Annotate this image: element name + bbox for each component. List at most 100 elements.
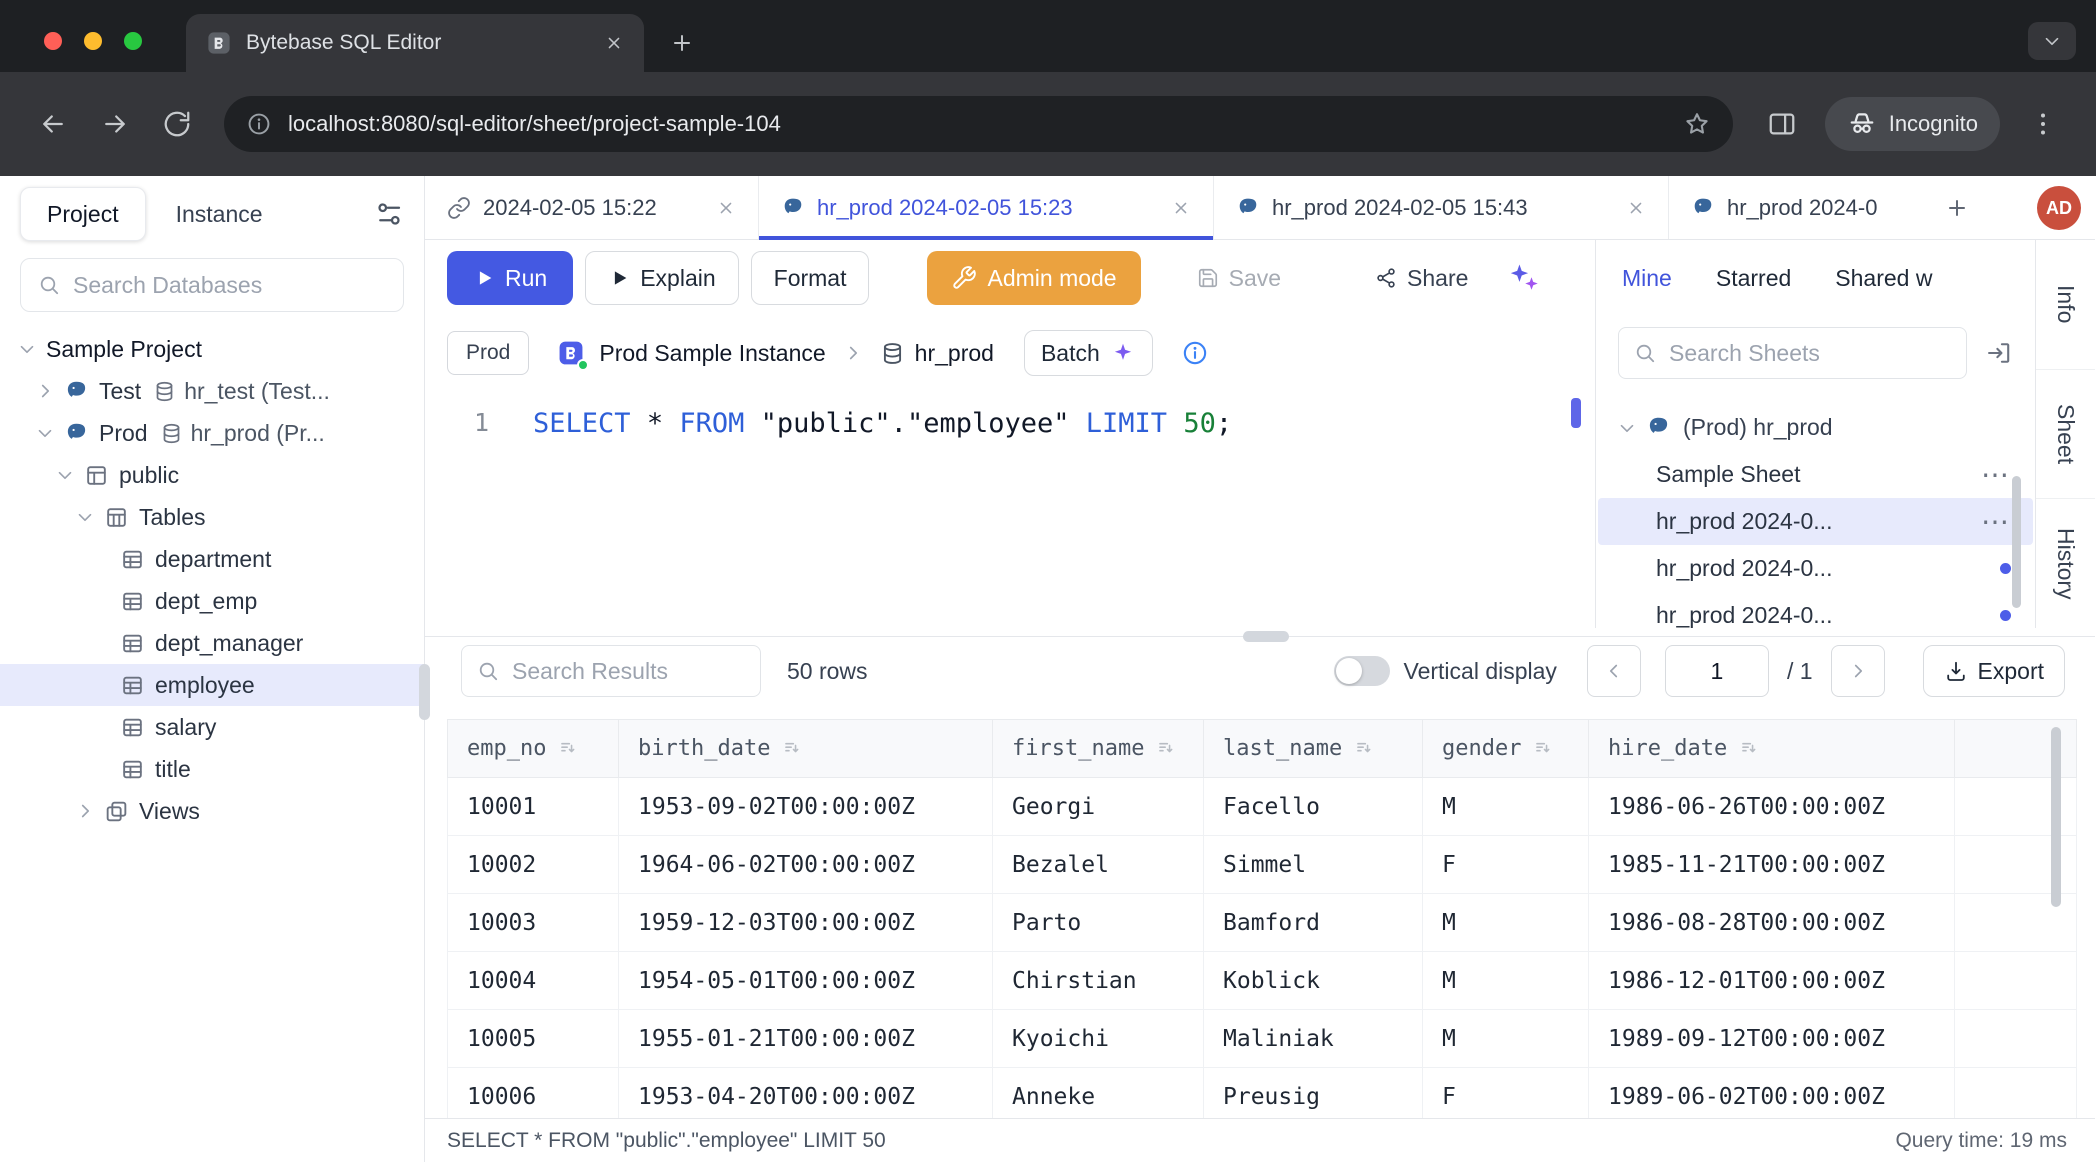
table-row[interactable]: 100021964-06-02T00:00:00ZBezalelSimmelF1…: [448, 836, 2077, 894]
column-header-birth-date[interactable]: birth_date: [619, 720, 993, 778]
table-row[interactable]: 100041954-05-01T00:00:00ZChirstianKoblic…: [448, 952, 2077, 1010]
table-scrollbar-thumb[interactable]: [2051, 727, 2061, 907]
table-row[interactable]: 100011953-09-02T00:00:00ZGeorgiFacelloM1…: [448, 778, 2077, 836]
address-bar[interactable]: localhost:8080/sql-editor/sheet/project-…: [224, 96, 1733, 152]
more-menu-icon[interactable]: ⋯: [1981, 461, 2011, 489]
tree-item-department[interactable]: department: [0, 538, 424, 580]
tab-project[interactable]: Project: [20, 187, 146, 241]
prev-page-button[interactable]: [1587, 645, 1641, 697]
editor-tab-hr-prod-2024-02-05-15-43[interactable]: hr_prod 2024-02-05 15:43: [1214, 176, 1669, 239]
close-icon[interactable]: [1626, 198, 1646, 218]
tab-starred[interactable]: Starred: [1716, 265, 1791, 292]
tree-item-title[interactable]: title: [0, 748, 424, 790]
search-databases-input[interactable]: Search Databases: [20, 258, 404, 312]
sheet-group[interactable]: (Prod) hr_prod: [1596, 404, 2035, 451]
editor-scrollbar-thumb[interactable]: [1571, 398, 1581, 428]
table-row[interactable]: 100051955-01-21T00:00:00ZKyoichiMaliniak…: [448, 1010, 2077, 1068]
tab-mine[interactable]: Mine: [1622, 265, 1672, 292]
table-cell: Kyoichi: [993, 1010, 1204, 1068]
import-sheet-icon[interactable]: [1985, 339, 2013, 367]
sheet-item-1[interactable]: hr_prod 2024-0...⋯: [1598, 498, 2033, 545]
tab-instance[interactable]: Instance: [156, 201, 283, 228]
filter-settings-icon[interactable]: [374, 199, 404, 229]
reload-button[interactable]: [150, 97, 204, 151]
maximize-window-button[interactable]: [124, 32, 142, 50]
search-results-input[interactable]: Search Results: [461, 645, 761, 697]
sheet-scrollbar-thumb[interactable]: [2012, 476, 2021, 608]
side-panel-button[interactable]: [1755, 97, 1809, 151]
instance-name: Prod Sample Instance: [599, 340, 825, 367]
instance-icon-wrap: [557, 339, 585, 367]
editor-tab-hr-prod-2024-02-05-15-23[interactable]: hr_prod 2024-02-05 15:23: [759, 176, 1214, 239]
environment-chip[interactable]: Prod: [447, 331, 529, 375]
editor-tab-2024-02-05-15-22[interactable]: 2024-02-05 15:22: [425, 176, 759, 239]
user-avatar[interactable]: AD: [2037, 186, 2081, 230]
tree-item-views[interactable]: Views: [0, 790, 424, 832]
new-sheet-tab-button[interactable]: [1935, 186, 1979, 230]
batch-button[interactable]: Batch: [1024, 330, 1153, 376]
tab-list-button[interactable]: [2028, 22, 2076, 60]
tree-item-sample-project[interactable]: Sample Project: [0, 328, 424, 370]
tree-item-label: Sample Project: [46, 336, 202, 363]
sheet-item-label: hr_prod 2024-0...: [1656, 555, 2000, 582]
column-header-last-name[interactable]: last_name: [1204, 720, 1423, 778]
search-databases-placeholder: Search Databases: [73, 272, 262, 299]
tree-item-dept-manager[interactable]: dept_manager: [0, 622, 424, 664]
minimize-window-button[interactable]: [84, 32, 102, 50]
column-header-emp-no[interactable]: emp_no: [448, 720, 619, 778]
next-page-button[interactable]: [1831, 645, 1885, 697]
tree-item-salary[interactable]: salary: [0, 706, 424, 748]
close-icon[interactable]: [1171, 198, 1191, 218]
new-tab-button[interactable]: [664, 25, 700, 61]
chevron-left-icon: [1603, 660, 1625, 682]
tab-shared[interactable]: Shared w: [1835, 265, 1932, 292]
run-button[interactable]: Run: [447, 251, 573, 305]
sidebar-resize-handle[interactable]: [419, 664, 430, 720]
tree-item-test[interactable]: Testhr_test (Test...: [0, 370, 424, 412]
forward-button[interactable]: [88, 97, 142, 151]
share-button[interactable]: Share: [1353, 251, 1490, 305]
close-icon[interactable]: [716, 198, 736, 218]
database-selector[interactable]: hr_prod: [880, 340, 994, 367]
tree-item-tables[interactable]: Tables: [0, 496, 424, 538]
table-row[interactable]: 100031959-12-03T00:00:00ZPartoBamfordM19…: [448, 894, 2077, 952]
tree-item-employee[interactable]: employee: [0, 664, 424, 706]
column-header-hire-date[interactable]: hire_date: [1589, 720, 1955, 778]
column-header-gender[interactable]: gender: [1423, 720, 1589, 778]
bookmark-star-icon[interactable]: [1683, 110, 1711, 138]
panel-resize-handle[interactable]: [1243, 631, 1289, 642]
save-button[interactable]: Save: [1175, 251, 1303, 305]
sheet-item-0[interactable]: Sample Sheet⋯: [1598, 451, 2033, 498]
tree-item-public[interactable]: public: [0, 454, 424, 496]
search-sheets-input[interactable]: Search Sheets: [1618, 327, 1967, 379]
more-menu-icon[interactable]: ⋯: [1981, 508, 2011, 536]
browser-menu-button[interactable]: [2016, 97, 2070, 151]
column-header-first-name[interactable]: first_name: [993, 720, 1204, 778]
vertical-display-toggle[interactable]: [1334, 656, 1390, 686]
table-row[interactable]: 100061953-04-20T00:00:00ZAnnekePreusigF1…: [448, 1068, 2077, 1119]
tab-history[interactable]: History: [2036, 499, 2095, 628]
sql-editor[interactable]: 1 SELECT * FROM "public"."employee" LIMI…: [425, 390, 1595, 628]
back-button[interactable]: [26, 97, 80, 151]
format-button[interactable]: Format: [751, 251, 870, 305]
export-button[interactable]: Export: [1923, 645, 2065, 697]
close-tab-icon[interactable]: [604, 33, 624, 53]
save-label: Save: [1229, 265, 1281, 292]
sheet-item-2[interactable]: hr_prod 2024-0...: [1598, 545, 2033, 592]
table-cell: Chirstian: [993, 952, 1204, 1010]
instance-selector[interactable]: Prod Sample Instance: [557, 339, 825, 367]
page-number-input[interactable]: 1: [1665, 645, 1769, 697]
sheet-item-3[interactable]: hr_prod 2024-0...: [1598, 592, 2033, 628]
editor-tab-hr-prod-2024-0[interactable]: hr_prod 2024-0: [1669, 176, 1927, 239]
close-window-button[interactable]: [44, 32, 62, 50]
tree-item-dept-emp[interactable]: dept_emp: [0, 580, 424, 622]
tree-item-prod[interactable]: Prodhr_prod (Pr...: [0, 412, 424, 454]
info-icon[interactable]: [1181, 339, 1209, 367]
tab-sheet[interactable]: Sheet: [2036, 370, 2095, 500]
tab-info[interactable]: Info: [2036, 240, 2095, 370]
admin-mode-button[interactable]: Admin mode: [927, 251, 1140, 305]
ai-assistant-icon[interactable]: [1506, 261, 1540, 295]
browser-tab[interactable]: Bytebase SQL Editor: [186, 14, 644, 72]
site-info-icon[interactable]: [246, 111, 272, 137]
explain-button[interactable]: Explain: [585, 251, 738, 305]
